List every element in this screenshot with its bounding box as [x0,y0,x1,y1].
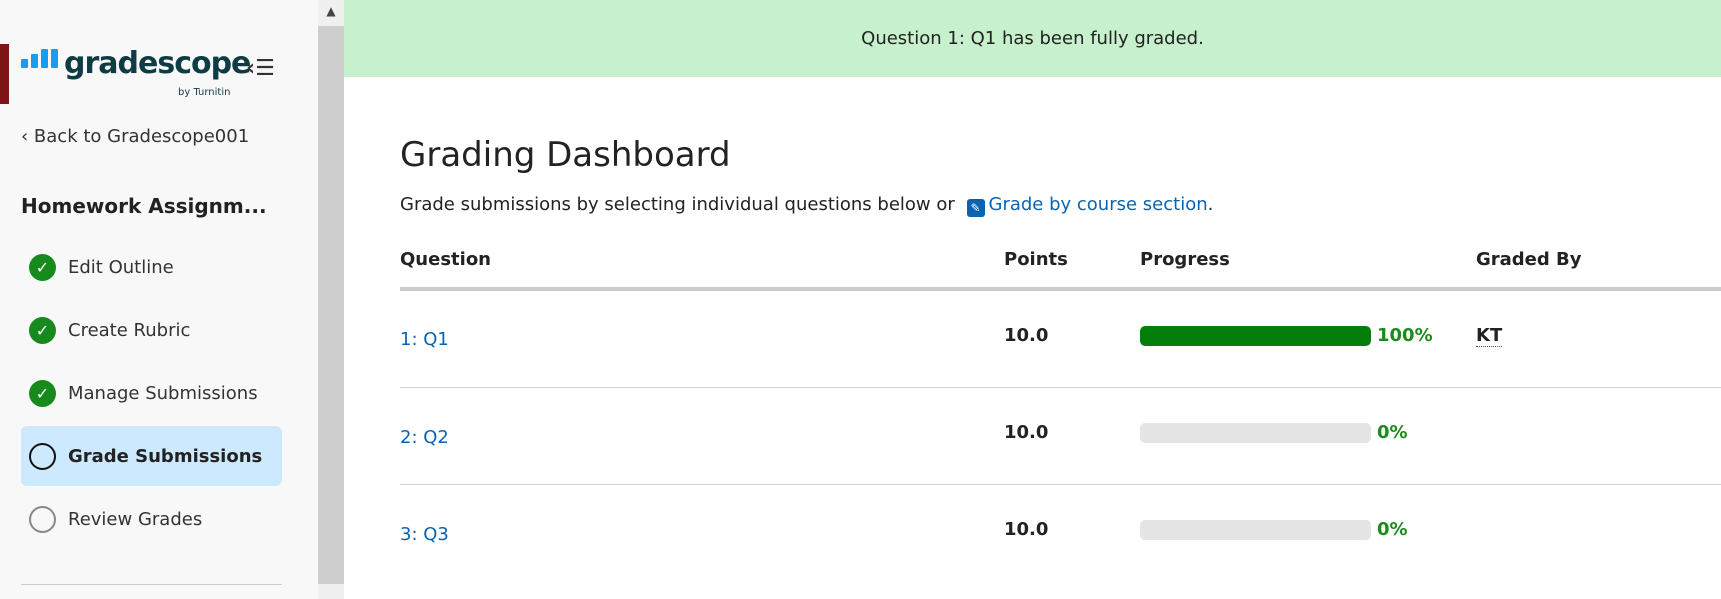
progress-fill [1140,326,1371,346]
progress-bar [1140,423,1371,443]
nav-item-label: Review Grades [68,509,203,530]
graded-by-initials[interactable]: KT [1476,325,1503,347]
subtitle-text: Grade submissions by selecting individua… [400,194,961,215]
progress-bar [1140,520,1371,540]
collapse-menu-icon: ‹☰ [246,56,275,81]
column-header-question[interactable]: Question [400,249,491,270]
check-circle-icon: ✓ [29,380,56,407]
points-value: 10.0 [1004,422,1049,443]
sidebar-divider [21,584,282,585]
check-circle-icon: ✓ [29,317,56,344]
sidebar: gradescope by Turnitin ‹☰ ‹ Back to Grad… [0,0,318,599]
row-divider [400,387,1721,388]
progress-percent: 0% [1377,422,1408,443]
nav-item-create-rubric[interactable]: ✓ Create Rubric [21,299,282,362]
nav-item-review-grades[interactable]: Review Grades [21,488,282,551]
nav-item-manage-submissions[interactable]: ✓ Manage Submissions [21,362,282,425]
circle-icon [29,442,56,470]
back-link-label: Back to Gradescope001 [33,126,250,147]
success-banner: Question 1: Q1 has been fully graded. [344,0,1721,77]
logo-text: gradescope [64,46,251,81]
grade-by-section-link[interactable]: ✎ Grade by course section [961,194,1208,217]
question-link[interactable]: 1: Q1 [400,329,449,350]
nav-item-label: Create Rubric [68,320,191,341]
subtitle-suffix: . [1207,194,1214,215]
assignment-title: Homework Assignm... [21,194,267,218]
nav-item-edit-outline[interactable]: ✓ Edit Outline [21,236,282,299]
scrollbar-track-end [318,584,344,599]
progress-percent: 100% [1377,325,1433,346]
scroll-up-arrow-icon[interactable]: ▲ [318,0,344,26]
link-label: Grade by course section [988,194,1208,215]
logo-bars-icon [21,49,58,68]
page-title: Grading Dashboard [400,135,731,175]
question-link[interactable]: 3: Q3 [400,524,449,545]
nav-item-grade-submissions[interactable]: Grade Submissions [21,426,282,486]
progress-bar [1140,326,1371,346]
chevron-left-icon: ‹ [21,126,34,147]
gradescope-logo[interactable]: gradescope [21,46,251,81]
circle-outline-icon [29,506,56,533]
column-header-graded-by[interactable]: Graded By [1476,249,1582,270]
row-divider [400,484,1721,485]
progress-percent: 0% [1377,519,1408,540]
question-link[interactable]: 2: Q2 [400,427,449,448]
pencil-icon: ✎ [966,199,985,217]
column-header-progress[interactable]: Progress [1140,249,1230,270]
page-subtitle: Grade submissions by selecting individua… [400,194,1213,217]
sidebar-scrollbar[interactable] [318,0,344,599]
brand-accent-bar [0,44,9,104]
points-value: 10.0 [1004,325,1049,346]
logo-byline: by Turnitin [178,87,231,98]
collapse-sidebar-button[interactable]: ‹☰ [246,56,275,81]
back-link[interactable]: ‹ Back to Gradescope001 [21,126,249,147]
nav-item-label: Edit Outline [68,257,174,278]
banner-message: Question 1: Q1 has been fully graded. [861,28,1204,49]
check-circle-icon: ✓ [29,254,56,281]
column-header-points[interactable]: Points [1004,249,1068,270]
nav-item-label: Grade Submissions [68,445,263,467]
points-value: 10.0 [1004,519,1049,540]
workflow-nav: ✓ Edit Outline ✓ Create Rubric ✓ Manage Sub… [21,236,282,551]
header-divider [400,287,1721,291]
nav-item-label: Manage Submissions [68,383,258,404]
